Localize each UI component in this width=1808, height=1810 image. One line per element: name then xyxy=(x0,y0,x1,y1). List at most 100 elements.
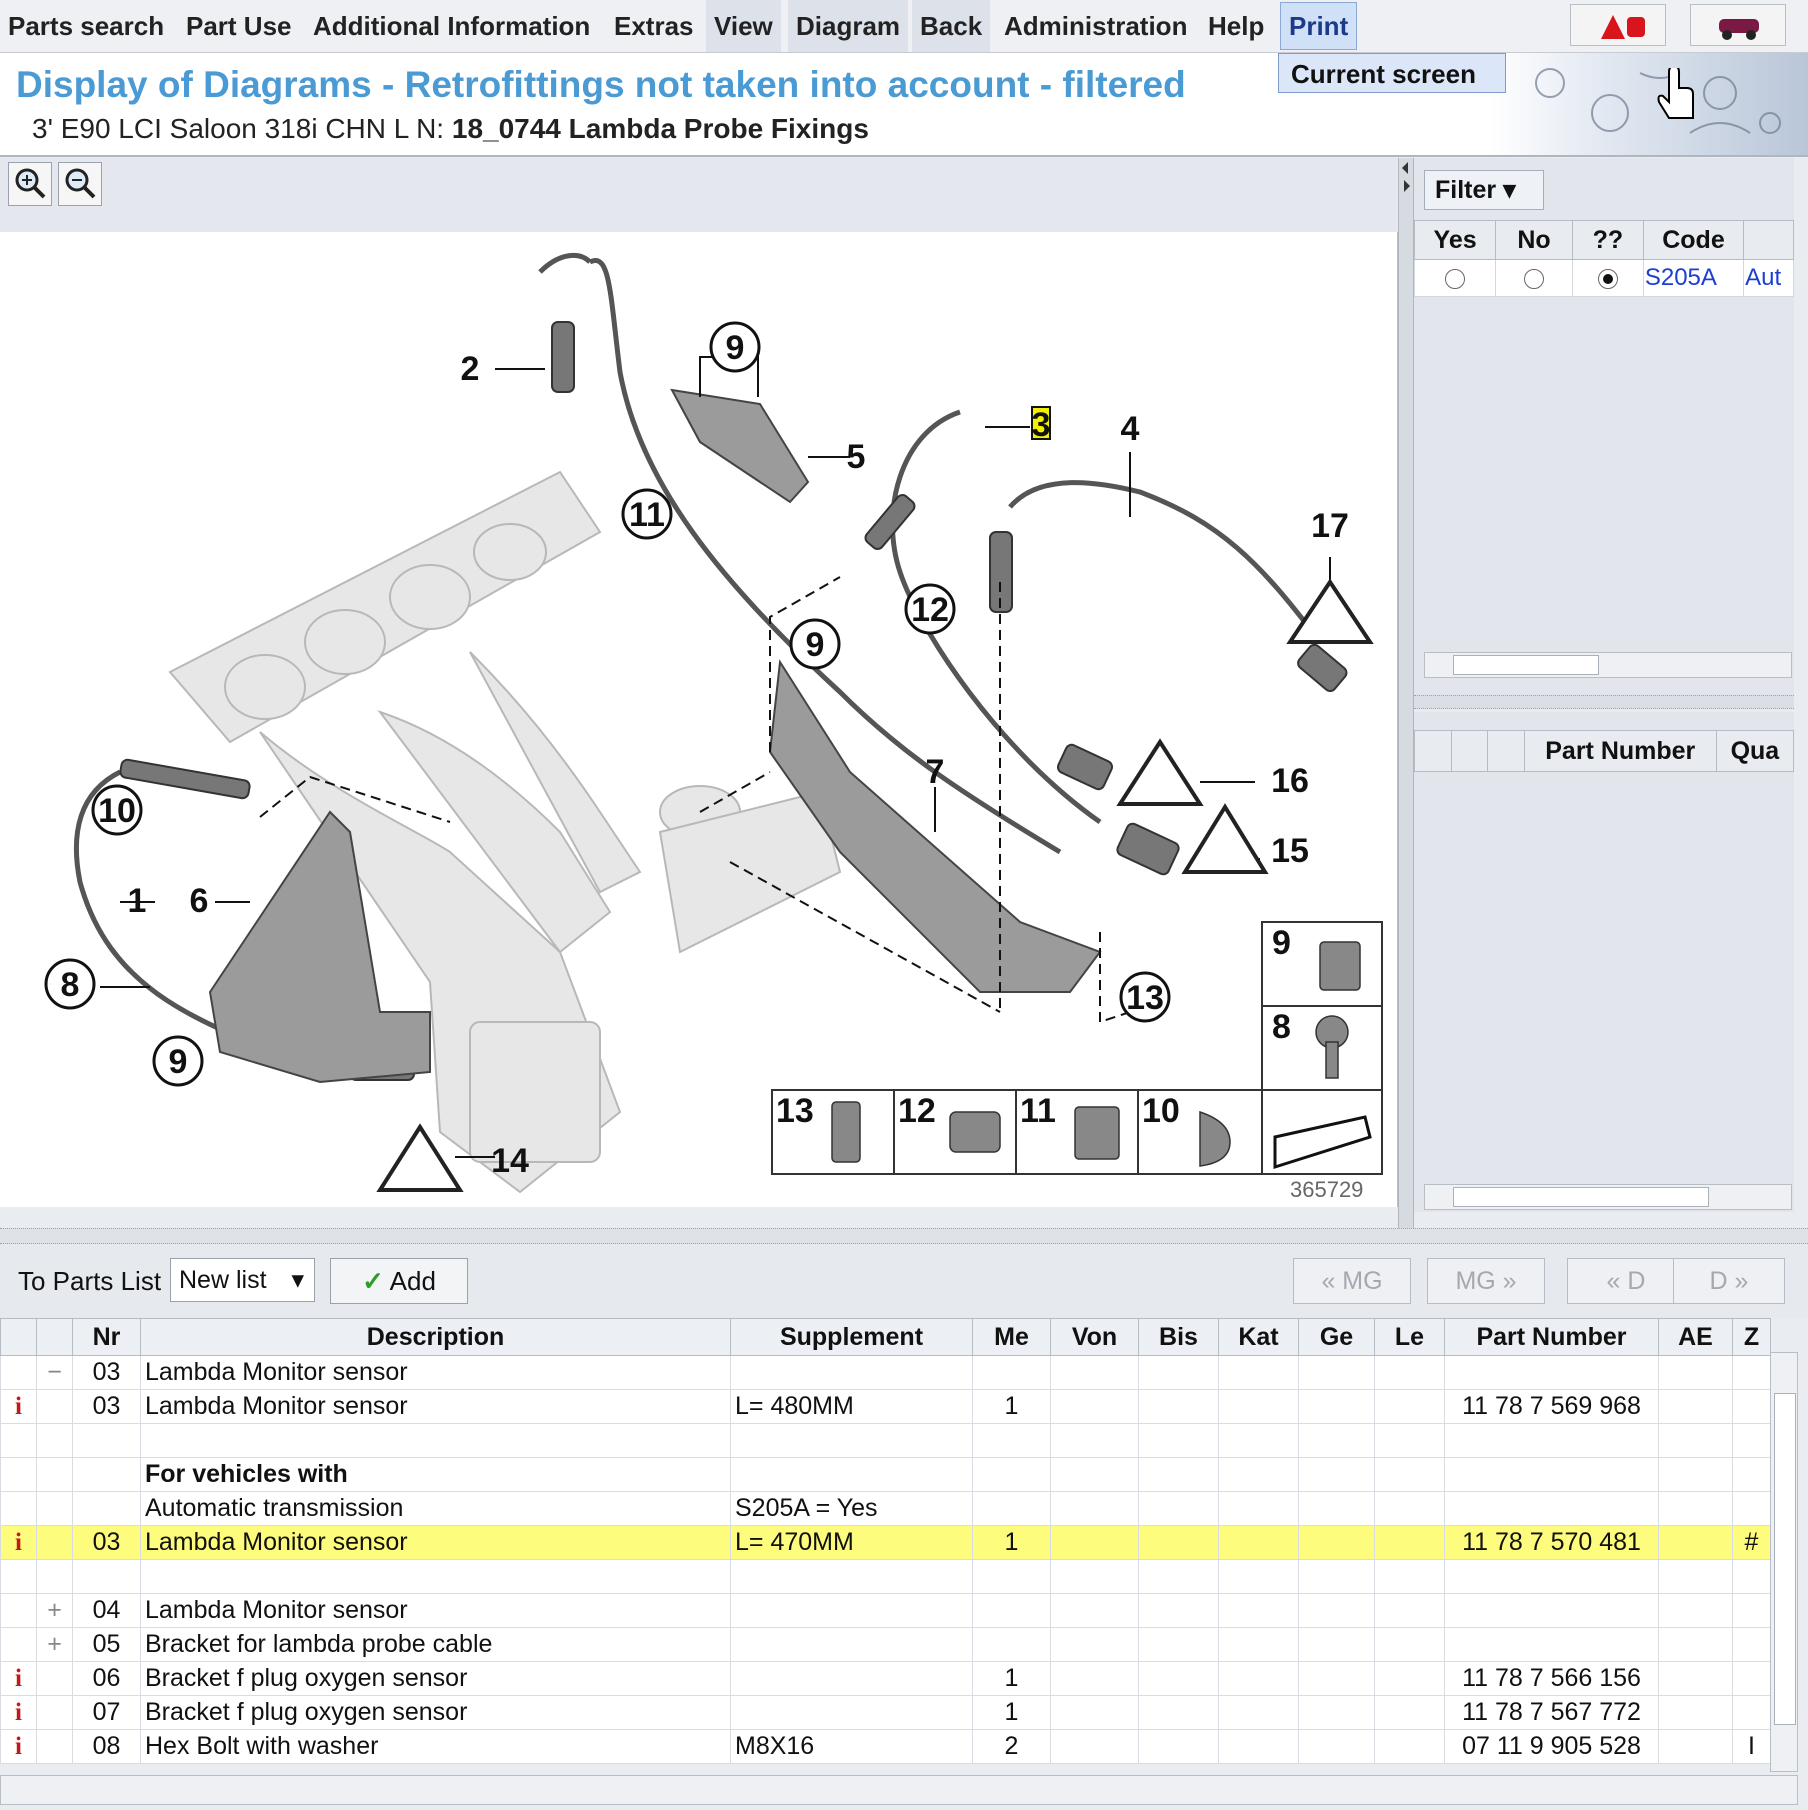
print-current-screen-item[interactable]: Current screen xyxy=(1278,53,1506,93)
col-bis[interactable]: Bis xyxy=(1138,1318,1219,1356)
col-ae[interactable]: AE xyxy=(1658,1318,1733,1356)
table-row[interactable]: For vehicles with xyxy=(0,1457,1771,1492)
col-le[interactable]: Le xyxy=(1374,1318,1445,1356)
menu-administration[interactable]: Administration xyxy=(996,0,1195,52)
col-ge[interactable]: Ge xyxy=(1298,1318,1375,1356)
col-description[interactable]: Description xyxy=(140,1318,731,1356)
row-bis xyxy=(1138,1457,1219,1492)
menu-back[interactable]: Back xyxy=(912,0,991,52)
row-info-icon[interactable]: i xyxy=(0,1695,37,1730)
table-row[interactable]: −03 Lambda Monitor sensor xyxy=(0,1355,1771,1390)
menu-additional-information[interactable]: Additional Information xyxy=(305,0,598,52)
menu-view[interactable]: View xyxy=(706,0,781,52)
col-supplement[interactable]: Supplement xyxy=(730,1318,973,1356)
row-z xyxy=(1732,1423,1771,1458)
radio-no[interactable] xyxy=(1495,259,1573,297)
col-kat[interactable]: Kat xyxy=(1218,1318,1299,1356)
row-tree-toggle xyxy=(36,1389,73,1424)
next-d-button[interactable]: D » xyxy=(1673,1258,1785,1304)
col-von[interactable]: Von xyxy=(1050,1318,1139,1356)
list-select-value: New list xyxy=(179,1266,267,1294)
col-icon xyxy=(0,1318,37,1356)
menu-parts-search[interactable]: Parts search xyxy=(0,0,172,52)
row-tree-toggle[interactable]: − xyxy=(36,1355,73,1390)
row-description: Bracket f plug oxygen sensor xyxy=(140,1661,731,1696)
parts-list-select[interactable]: New list ▾ xyxy=(170,1258,315,1302)
next-mg-button[interactable]: MG » xyxy=(1427,1258,1545,1304)
row-info-icon[interactable]: i xyxy=(0,1661,37,1696)
table-row[interactable]: +04 Lambda Monitor sensor xyxy=(0,1593,1771,1628)
radio-yes[interactable] xyxy=(1413,259,1497,297)
callout-16: 16 xyxy=(1271,762,1309,800)
legend-12: 12 xyxy=(898,1092,936,1130)
row-info-icon xyxy=(0,1593,37,1628)
row-ae xyxy=(1658,1457,1733,1492)
col-part-number[interactable]: Part Number xyxy=(1444,1318,1659,1356)
add-button[interactable]: ✓ Add xyxy=(330,1258,468,1304)
row-info-icon[interactable]: i xyxy=(0,1525,37,1560)
row-le xyxy=(1374,1695,1445,1730)
parts-hscroll[interactable] xyxy=(1424,1184,1792,1210)
table-row[interactable]: i 07 Bracket f plug oxygen sensor 1 11 78 7 … xyxy=(0,1695,1771,1730)
horizontal-splitter[interactable] xyxy=(0,1228,1808,1244)
row-ae xyxy=(1658,1661,1733,1696)
table-row[interactable]: i 06 Bracket f plug oxygen sensor 1 11 78 7 … xyxy=(0,1661,1771,1696)
row-info-icon[interactable]: i xyxy=(0,1729,37,1764)
row-part-number: 11 78 7 567 772 xyxy=(1444,1695,1659,1730)
vertical-splitter[interactable] xyxy=(1398,158,1414,1228)
scroll-thumb[interactable] xyxy=(1774,1393,1796,1725)
menu-part-use[interactable]: Part Use xyxy=(178,0,300,52)
prev-mg-button[interactable]: « MG xyxy=(1293,1258,1411,1304)
filter-code-desc[interactable]: Aut xyxy=(1743,259,1794,297)
row-nr xyxy=(72,1559,141,1594)
scroll-thumb[interactable] xyxy=(1453,655,1599,675)
filter-code-link[interactable]: S205A xyxy=(1642,259,1745,297)
col-nr[interactable]: Nr xyxy=(72,1318,141,1356)
row-z xyxy=(1732,1627,1771,1662)
row-ae xyxy=(1658,1389,1733,1424)
table-row[interactable]: i 03 Lambda Monitor sensor L= 470MM 1 11 78 7… xyxy=(0,1525,1771,1560)
row-me: 1 xyxy=(972,1661,1051,1696)
parts-diagram[interactable]: 1 2 3 4 5 6 7 8 9 9 9 10 11 12 13 14 15 … xyxy=(0,232,1399,1207)
menu-print[interactable]: Print xyxy=(1280,2,1358,50)
row-me xyxy=(972,1355,1051,1390)
row-me xyxy=(972,1491,1051,1526)
col-me[interactable]: Me xyxy=(972,1318,1051,1356)
table-row[interactable] xyxy=(0,1559,1771,1594)
menu-extras[interactable]: Extras xyxy=(606,0,702,52)
grid-vscroll[interactable] xyxy=(1770,1352,1798,1772)
menu-help[interactable]: Help xyxy=(1200,0,1272,52)
grid-hscroll[interactable] xyxy=(0,1775,1798,1805)
menu-diagram[interactable]: Diagram xyxy=(788,0,909,52)
row-tree-toggle[interactable]: + xyxy=(36,1627,73,1662)
scroll-thumb[interactable] xyxy=(1453,1187,1709,1207)
zoom-in-button[interactable] xyxy=(8,162,52,206)
row-nr: 07 xyxy=(72,1695,141,1730)
legend-9: 9 xyxy=(1272,924,1291,962)
table-row[interactable]: i 08 Hex Bolt with washer M8X16 2 07 11 9 905… xyxy=(0,1729,1771,1764)
zoom-out-button[interactable] xyxy=(58,162,102,206)
row-part-number xyxy=(1444,1355,1659,1390)
row-supplement xyxy=(730,1355,973,1390)
row-le xyxy=(1374,1525,1445,1560)
row-z: I xyxy=(1732,1729,1771,1764)
car-icon xyxy=(1719,19,1759,40)
row-tree-toggle[interactable]: + xyxy=(36,1593,73,1628)
filter-hscroll[interactable] xyxy=(1424,652,1792,678)
col-z[interactable]: Z xyxy=(1732,1318,1771,1356)
filter-button[interactable]: Filter ▾ xyxy=(1424,170,1544,210)
group-title: 18_0744 Lambda Probe Fixings xyxy=(451,113,869,144)
table-row[interactable]: i 03 Lambda Monitor sensor L= 480MM 1 11 78 7… xyxy=(0,1389,1771,1424)
table-row[interactable]: Automatic transmission S205A = Yes xyxy=(0,1491,1771,1526)
table-row[interactable] xyxy=(0,1423,1771,1458)
row-ge xyxy=(1298,1559,1375,1594)
radio-unknown[interactable] xyxy=(1571,259,1644,297)
table-row[interactable]: +05 Bracket for lambda probe cable xyxy=(0,1627,1771,1662)
vehicle-button[interactable] xyxy=(1690,4,1786,46)
panel-splitter[interactable] xyxy=(1414,695,1794,709)
alert-button[interactable] xyxy=(1570,4,1666,46)
row-info-icon[interactable]: i xyxy=(0,1389,37,1424)
row-tree-toggle xyxy=(36,1457,73,1492)
vehicle-info: 3' E90 LCI Saloon 318i CHN L N: xyxy=(32,113,452,144)
prev-d-button[interactable]: « D xyxy=(1567,1258,1685,1304)
